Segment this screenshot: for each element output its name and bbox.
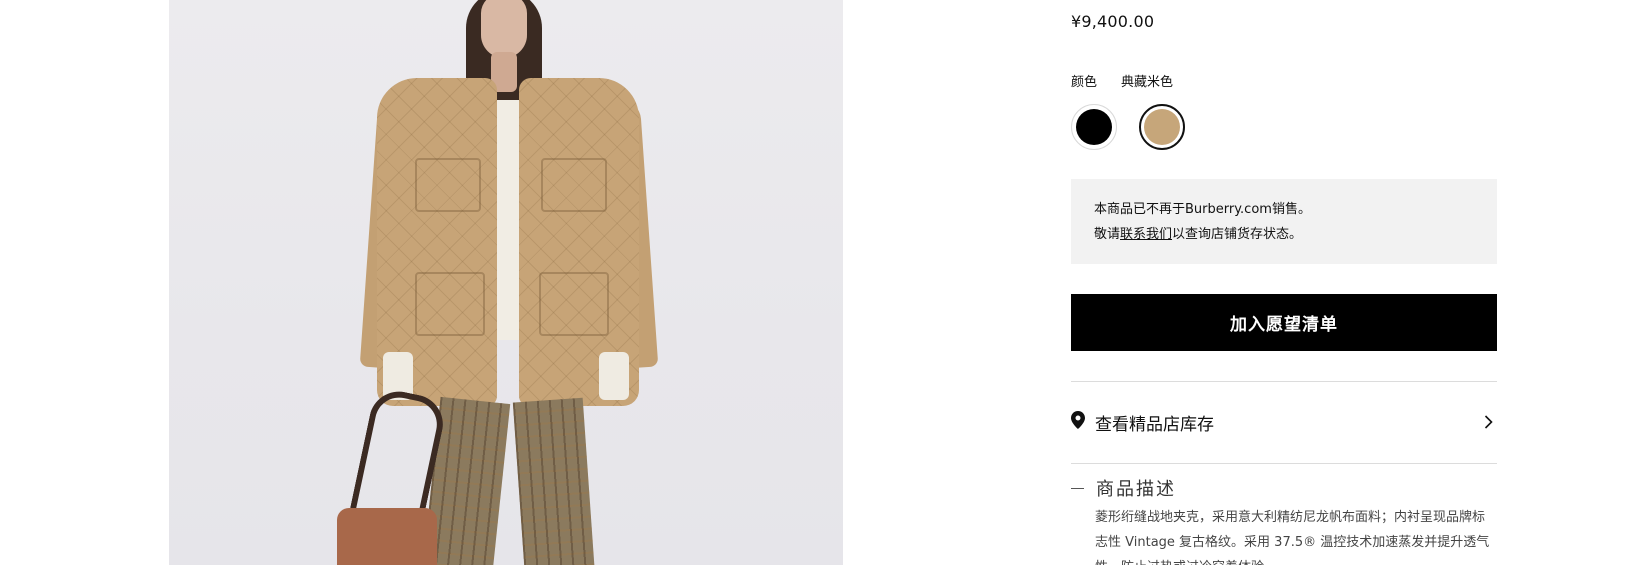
collapse-minus-icon [1071,487,1084,489]
product-page: ¥9,400.00 颜色 典藏米色 本商品已不再于Burberry.com销售。… [0,0,1649,565]
notice-prefix: 敬请 [1094,227,1121,242]
store-stock-label: 查看精品店库存 [1095,414,1214,435]
divider [1071,463,1497,464]
notice-line-2: 敬请联系我们以查询店铺货存状态。 [1094,222,1474,247]
color-selector-label: 颜色 典藏米色 [1071,71,1173,90]
contact-us-link[interactable]: 联系我们 [1120,227,1172,242]
swatch-archive-beige[interactable] [1139,104,1185,150]
add-to-wishlist-button[interactable]: 加入愿望清单 [1071,294,1497,351]
jacket-pocket [415,158,481,212]
jacket-pocket [541,158,607,212]
notice-suffix: 以查询店铺货存状态。 [1172,227,1303,242]
swatch-beige-dot [1144,109,1180,145]
description-toggle[interactable]: 商品描述 [1071,473,1497,503]
store-stock-row[interactable]: 查看精品店库存 [1071,402,1497,442]
handbag [337,508,437,565]
description-text: 菱形绗缝战地夹克，采用意大利精纺尼龙帆布面料；内衬呈现品牌标志性 Vintage… [1095,510,1490,565]
color-swatches [1071,104,1185,150]
product-image [169,0,843,565]
divider [1071,381,1497,382]
swatch-black-dot [1076,109,1112,145]
jacket-pocket [415,272,485,336]
color-label: 颜色 [1071,75,1098,90]
product-price: ¥9,400.00 [1071,12,1155,31]
map-pin-icon [1071,411,1085,433]
jacket-pocket [539,272,609,336]
swatch-black[interactable] [1071,104,1117,150]
selected-color-name: 典藏米色 [1121,75,1174,90]
description-heading: 商品描述 [1096,479,1176,500]
model-face [481,0,527,58]
chevron-right-icon [1484,414,1493,433]
check-trousers-right [512,397,596,565]
notice-line-1: 本商品已不再于Burberry.com销售。 [1094,202,1311,217]
availability-notice: 本商品已不再于Burberry.com销售。 敬请联系我们以查询店铺货存状态。 [1071,179,1497,264]
sweater-cuff-right [599,352,629,400]
